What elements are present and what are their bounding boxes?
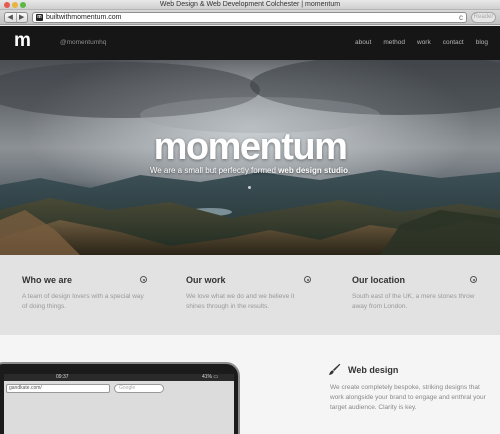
nav-link-about[interactable]: about	[355, 39, 371, 46]
reader-button[interactable]: Reader	[471, 12, 496, 23]
column-title: Our work	[186, 275, 226, 285]
window-titlebar: Web Design & Web Development Colchester …	[0, 0, 500, 10]
column-title: Our location	[352, 275, 406, 285]
tablet-search-bar: Google	[114, 384, 164, 393]
tablet-status-bar: 09:37 41% ▭	[4, 374, 234, 381]
tablet-screen: 09:37 41% ▭ gandkate.com/ Google	[4, 374, 234, 434]
expand-icon[interactable]	[140, 276, 147, 283]
column-title: Who we are	[22, 275, 73, 285]
expand-icon[interactable]	[470, 276, 477, 283]
info-section: Who we are A team of design lovers with …	[0, 255, 500, 335]
tablet-mockup-image: 09:37 41% ▭ gandkate.com/ Google	[0, 362, 240, 434]
main-nav: about method work contact blog	[355, 39, 488, 46]
hero-title: momentum	[153, 126, 348, 168]
info-column-our-work: Our work We love what we do and we belie…	[186, 275, 311, 312]
url-text[interactable]: builtwithmomentum.com	[46, 14, 121, 21]
forward-button[interactable]: ▶	[17, 13, 28, 22]
nav-link-method[interactable]: method	[383, 39, 405, 46]
nav-link-blog[interactable]: blog	[476, 39, 488, 46]
window-title: Web Design & Web Development Colchester …	[159, 1, 341, 8]
tagline-prefix: We are a small but perfectly formed	[149, 166, 279, 175]
hero-banner: momentum We are a small but perfectly fo…	[0, 60, 500, 255]
services-section: 09:37 41% ▭ gandkate.com/ Google Web des…	[0, 335, 500, 434]
browser-toolbar: ◀ ▶ m builtwithmomentum.com c Reader	[0, 10, 500, 25]
history-buttons: ◀ ▶	[4, 12, 28, 23]
info-column-our-location: Our location South east of the UK, a mer…	[352, 275, 477, 312]
site-logo[interactable]: m	[14, 30, 31, 52]
tablet-battery: 41% ▭	[202, 374, 219, 380]
column-text: South east of the UK, a mere stones thro…	[352, 293, 475, 310]
tagline-suffix: .	[347, 166, 351, 175]
nav-link-contact[interactable]: contact	[443, 39, 464, 46]
tablet-url-bar: gandkate.com/	[6, 384, 110, 393]
expand-icon[interactable]	[304, 276, 311, 283]
nav-pointer	[19, 56, 27, 60]
nav-link-work[interactable]: work	[417, 39, 431, 46]
reload-icon[interactable]: c	[459, 13, 463, 22]
site-header: m @momentumhq about method work contact …	[0, 26, 500, 60]
info-column-who-we-are: Who we are A team of design lovers with …	[22, 275, 147, 312]
tablet-time: 09:37	[56, 374, 69, 380]
column-text: We love what we do and we believe it shi…	[186, 293, 295, 310]
twitter-handle-link[interactable]: @momentumhq	[60, 39, 106, 46]
tagline-bold: web design studio	[278, 166, 348, 175]
favicon-icon: m	[36, 14, 43, 21]
service-title: Web design	[348, 365, 399, 375]
paintbrush-icon	[328, 363, 341, 381]
service-web-design: Web design We create completely bespoke,…	[328, 363, 495, 413]
hero-tagline: We are a small but perfectly formed web …	[0, 166, 500, 175]
column-text: A team of design lovers with a special w…	[22, 293, 144, 310]
slider-dot[interactable]	[248, 186, 251, 189]
address-bar[interactable]: m builtwithmomentum.com c	[32, 12, 467, 23]
back-button[interactable]: ◀	[5, 13, 17, 22]
service-text: We create completely bespoke, striking d…	[330, 384, 486, 411]
